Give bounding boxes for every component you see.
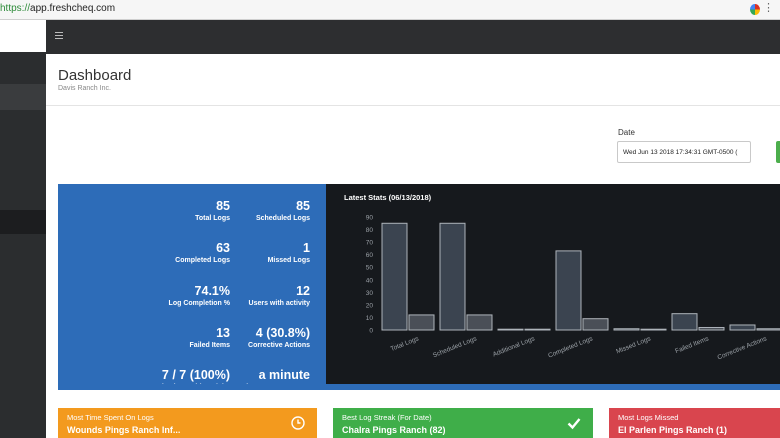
top-navbar [46,20,780,54]
panel-bottom-border [58,384,780,390]
stat-value: a minute [258,368,310,382]
stat-users-with-activity: 12 Users with activity [190,284,310,308]
url-field[interactable]: https://app.freshcheq.com [0,3,115,14]
date-submit-button[interactable] [776,141,780,163]
bar-total-logs-series-2[interactable] [408,314,435,331]
y-tick-label: 30 [366,290,374,297]
x-tick-label: Scheduled Logs [432,335,479,359]
bar-total-logs-series-1[interactable] [381,222,408,331]
stat-value: 12 [296,284,310,298]
bar-scheduled-logs-series-2[interactable] [466,314,493,331]
x-tick-label: Completed Logs [547,335,594,360]
bar-missed-logs-series-2[interactable] [640,328,667,331]
url-scheme: https:// [0,3,31,14]
bar-missed-logs-series-1[interactable] [613,328,640,331]
date-label: Date [618,128,635,137]
x-tick-label: Total Logs [390,335,421,353]
sidebar [0,20,46,438]
bar-scheduled-logs-series-1[interactable] [439,222,466,331]
x-tick-label: Additional Logs [492,335,537,358]
more-menu-icon[interactable]: ⋮ [763,3,774,14]
check-icon [567,418,581,430]
y-tick-label: 70 [366,240,374,247]
sidebar-item-active[interactable] [0,84,46,110]
page-subtitle: Davis Ranch Inc. [58,85,111,92]
card-subtitle: El Parlen Pings Ranch (1) [618,425,728,435]
bar-completed-logs-series-1[interactable] [555,250,582,331]
page-title: Dashboard [58,67,132,84]
x-tick-label: Missed Logs [615,335,652,355]
card-most-time-spent[interactable]: Most Time Spent On Logs Wounds Pings Ran… [58,408,317,438]
card-title: Most Logs Missed [618,413,679,422]
bar-failed-items-series-2[interactable] [698,326,725,331]
page-header: Dashboard Davis Ranch Inc. [46,54,780,106]
stat-value: 85 [296,199,310,213]
card-subtitle: Wounds Pings Ranch Inf... [67,425,181,435]
card-subtitle: Chalra Pings Ranch (82) [342,425,446,435]
card-most-logs-missed[interactable]: Most Logs Missed El Parlen Pings Ranch (… [609,408,780,438]
stats-panel: 85 Total Logs 85 Scheduled Logs 63 Compl… [58,184,326,391]
y-tick-label: 90 [366,215,374,222]
sidebar-logo-area [0,20,46,52]
stat-label: Missed Logs [267,257,310,264]
clock-icon [291,416,305,430]
stat-label: Corrective Actions [248,342,310,349]
sidebar-item[interactable] [0,210,46,234]
browser-extensions: ⋮ [750,3,774,16]
card-best-log-streak[interactable]: Best Log Streak (For Date) Chalra Pings … [333,408,593,438]
y-tick-label: 20 [366,302,374,309]
y-tick-label: 0 [369,328,373,335]
stat-value: 4 (30.8%) [255,326,310,340]
bar-additional-logs-series-2[interactable] [524,328,551,331]
x-tick-label: Corrective Actions [717,335,769,361]
latest-stats-chart-panel: Latest Stats (06/13/2018) 0 10 20 30 40 50 60 7… [326,184,780,384]
stat-value: 1 [303,241,310,255]
stat-label: Scheduled Logs [255,215,310,222]
x-tick-label: Failed Items [674,335,710,355]
y-tick-label: 10 [366,315,374,322]
y-tick-label: 80 [366,227,374,234]
browser-address-bar: https://app.freshcheq.com ⋮ [0,0,780,20]
stat-missed-logs: 1 Missed Logs [190,241,310,265]
card-title: Most Time Spent On Logs [67,413,154,422]
card-title: Best Log Streak (For Date) [342,413,432,422]
date-input[interactable] [617,141,751,163]
bar-corrective-actions-series-2[interactable] [756,328,780,331]
bar-completed-logs-series-2[interactable] [582,318,609,331]
y-tick-label: 60 [366,252,374,259]
url-host: app.freshcheq.com [30,3,116,14]
bar-corrective-actions-series-1[interactable] [729,324,756,331]
bar-chart: 0 10 20 30 40 50 60 70 80 90 Total Logs Scheduled L… [366,215,780,361]
y-tick-label: 50 [366,265,374,272]
y-tick-label: 40 [366,277,374,284]
bar-failed-items-series-1[interactable] [671,313,698,331]
stat-corrective-actions: 4 (30.8%) Corrective Actions [190,326,310,350]
bar-additional-logs-series-1[interactable] [497,328,524,331]
hamburger-menu-icon[interactable] [55,32,63,39]
google-icon[interactable] [750,4,760,15]
stat-scheduled-logs: 85 Scheduled Logs [190,199,310,223]
stat-label: Users with activity [248,300,310,307]
